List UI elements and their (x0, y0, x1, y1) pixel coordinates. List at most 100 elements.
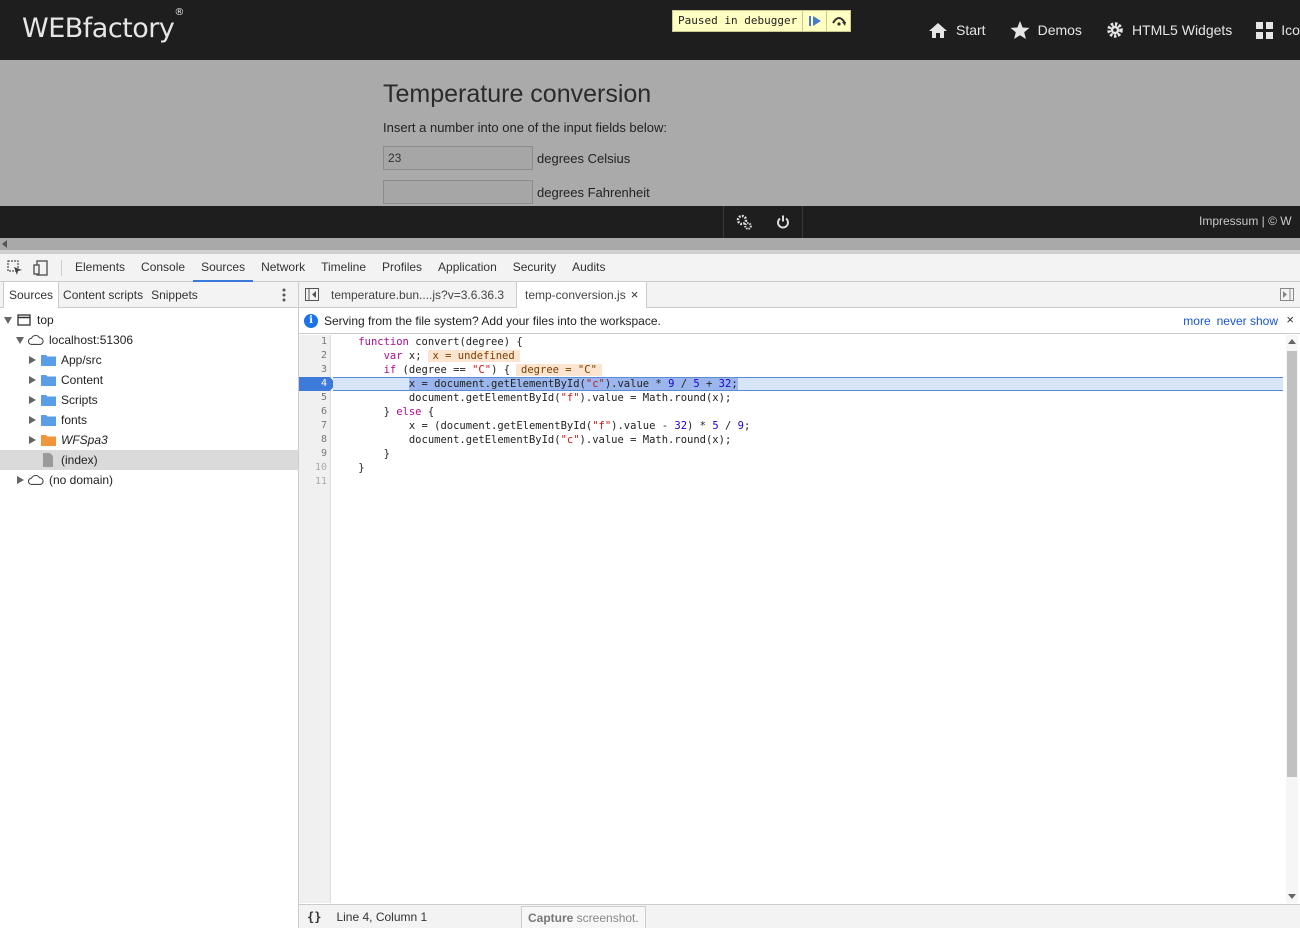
folder-icon (40, 415, 56, 426)
scrollbar-thumb[interactable] (1287, 351, 1297, 777)
footer-impressum[interactable]: Impressum | © W (1199, 214, 1292, 228)
star-icon (1010, 20, 1030, 39)
scroll-left-icon[interactable] (2, 240, 7, 248)
fahrenheit-input[interactable] (383, 180, 533, 204)
line-number[interactable]: 6 (299, 405, 330, 419)
code-line: document.getElementById("f").value = Mat… (333, 392, 732, 404)
expand-icon[interactable] (28, 436, 36, 444)
tree-item-label: Scripts (61, 393, 98, 407)
nav-item-start[interactable]: Start (928, 22, 986, 39)
line-number[interactable]: 7 (299, 419, 330, 433)
tab-sources[interactable]: Sources (193, 254, 254, 282)
pretty-print-button[interactable]: {} (307, 910, 321, 924)
tab-audits[interactable]: Audits (564, 254, 613, 282)
nav-item-label: Icon (1281, 22, 1300, 38)
scroll-up-icon[interactable] (1288, 339, 1296, 344)
editor-tabs: temperature.bun....js?v=3.6.36.3 temp-co… (299, 282, 1300, 309)
tree-item-index[interactable]: (index) (0, 450, 298, 470)
toggle-debugger-button[interactable] (1280, 288, 1294, 304)
horizontal-scrollbar[interactable] (0, 238, 1300, 250)
file-tab-label: temperature.bun....js?v=3.6.36.3 (331, 288, 505, 302)
tree-item-scripts[interactable]: Scripts (0, 390, 298, 410)
scroll-down-icon[interactable] (1288, 894, 1296, 899)
cloud-icon (28, 334, 44, 345)
file-tab-temperature-bundle[interactable]: temperature.bun....js?v=3.6.36.3 (323, 282, 512, 308)
code-editor[interactable]: 1 2 3 4 5 6 7 8 9 10 11 function convert… (299, 335, 1300, 903)
navigator-tab-sources[interactable]: Sources (3, 281, 60, 308)
more-options-icon[interactable] (282, 288, 286, 305)
home-icon (929, 22, 947, 38)
tab-network[interactable]: Network (253, 254, 313, 282)
tree-item-label: App/src (61, 353, 102, 367)
devtools-toolbar: Elements Console Sources Network Timelin… (0, 254, 1300, 282)
tree-item-no-domain[interactable]: (no domain) (0, 470, 298, 490)
infobar-message: Serving from the file system? Add your f… (324, 313, 661, 328)
navigator-tab-content-scripts[interactable]: Content scripts (59, 282, 147, 308)
tree-item-app-src[interactable]: App/src (0, 350, 298, 370)
tree-item-content[interactable]: Content (0, 370, 298, 390)
expand-icon[interactable] (28, 396, 36, 404)
folder-icon (40, 355, 56, 366)
celsius-input[interactable] (383, 146, 533, 170)
line-number[interactable]: 3 (299, 363, 330, 377)
file-icon (43, 453, 53, 467)
line-number[interactable]: 8 (299, 433, 330, 447)
inspect-icon (7, 260, 22, 275)
nav-item-html5-widgets[interactable]: HTML5 Widgets (1106, 21, 1232, 39)
expand-icon[interactable] (16, 336, 24, 344)
step-over-button[interactable] (826, 11, 850, 31)
tree-item-top[interactable]: top (0, 310, 298, 330)
line-number-execution[interactable]: 4 (299, 377, 336, 391)
more-link[interactable]: more (1183, 314, 1210, 328)
line-number[interactable]: 9 (299, 447, 330, 461)
nav-item-demos[interactable]: Demos (1010, 20, 1082, 40)
tab-security[interactable]: Security (505, 254, 564, 282)
never-show-link[interactable]: never show (1217, 314, 1278, 328)
close-infobar-icon[interactable]: × (1286, 312, 1294, 327)
navigator-tabs: Sources Content scripts Snippets (0, 281, 298, 308)
capture-screenshot-tooltip: Capture screenshot. (521, 906, 646, 928)
frame-icon (17, 314, 31, 326)
tree-item-fonts[interactable]: fonts (0, 410, 298, 430)
line-number[interactable]: 5 (299, 391, 330, 405)
inline-value: degree = "C" (516, 364, 602, 376)
navigator-tab-snippets[interactable]: Snippets (147, 282, 202, 308)
tree-item-wfspa3[interactable]: WFSpa3 (0, 430, 298, 450)
inspect-element-button[interactable] (6, 259, 24, 277)
tree-item-localhost[interactable]: localhost:51306 (0, 330, 298, 350)
settings-icon[interactable] (736, 214, 752, 230)
resume-button[interactable] (802, 11, 826, 31)
expand-icon[interactable] (16, 476, 24, 484)
expand-icon[interactable] (28, 416, 36, 424)
footer-tools (723, 206, 803, 238)
tab-elements[interactable]: Elements (67, 254, 133, 282)
nav-item-icon[interactable]: Icon (1256, 21, 1300, 39)
tab-timeline[interactable]: Timeline (313, 254, 374, 282)
tab-application[interactable]: Application (430, 254, 505, 282)
expand-icon[interactable] (28, 356, 36, 364)
editor-status-bar: {} Line 4, Column 1 Capture screenshot. (299, 904, 1300, 928)
expand-icon[interactable] (4, 316, 12, 324)
code-line: document.getElementById("c").value = Mat… (333, 434, 732, 446)
file-tab-temp-conversion[interactable]: temp-conversion.js × (516, 282, 648, 309)
line-number-gutter[interactable]: 1 2 3 4 5 6 7 8 9 10 11 (299, 335, 336, 903)
expand-icon[interactable] (28, 376, 36, 384)
vertical-scrollbar[interactable] (1286, 335, 1298, 903)
tab-profiles[interactable]: Profiles (374, 254, 430, 282)
tab-console[interactable]: Console (133, 254, 193, 282)
gear-icon (1107, 22, 1123, 38)
line-number[interactable]: 11 (299, 475, 330, 489)
toggle-navigator-button[interactable] (305, 288, 319, 304)
line-number[interactable]: 1 (299, 335, 330, 349)
power-icon[interactable] (776, 215, 790, 229)
device-mode-button[interactable] (32, 259, 50, 277)
sidebar-toggle-icon (305, 288, 319, 301)
celsius-row: degrees Celsius (383, 146, 630, 170)
site-logo[interactable]: WEBfactory® (22, 7, 184, 44)
fahrenheit-row: degrees Fahrenheit (383, 180, 650, 204)
line-number[interactable]: 10 (299, 461, 330, 475)
celsius-label: degrees Celsius (537, 150, 631, 166)
close-tab-icon[interactable]: × (631, 287, 639, 302)
line-number[interactable]: 2 (299, 349, 330, 363)
